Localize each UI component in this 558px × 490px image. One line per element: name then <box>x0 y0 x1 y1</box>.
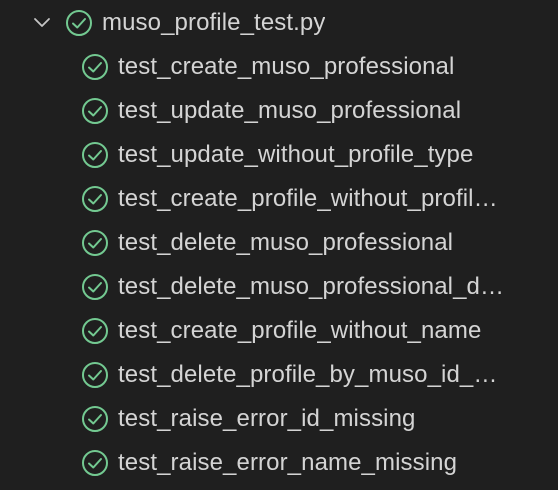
test-name: test_update_without_profile_type <box>118 141 474 168</box>
test-item-row[interactable]: test_raise_error_name_missing <box>0 441 558 485</box>
test-name: test_raise_error_name_missing <box>118 449 458 476</box>
test-name: test_raise_error_id_missing <box>118 405 416 432</box>
test-name: test_create_profile_without_profil… <box>118 185 498 212</box>
test-file-name: muso_profile_test.py <box>102 9 326 36</box>
test-name: test_delete_muso_professional_d… <box>118 273 505 300</box>
test-explorer-tree: muso_profile_test.py test_create_muso_pr… <box>0 0 558 490</box>
test-item-row[interactable]: test_delete_muso_professional <box>0 221 558 265</box>
test-name: test_delete_muso_professional <box>118 229 454 256</box>
pass-check-icon <box>80 360 110 390</box>
test-file-row[interactable]: muso_profile_test.py <box>0 1 558 45</box>
pass-check-icon <box>64 8 94 38</box>
test-item-row[interactable]: test_delete_profile_by_muso_id_… <box>0 353 558 397</box>
test-item-row[interactable]: test_raise_error_id_missing <box>0 397 558 441</box>
test-name: test_create_profile_without_name <box>118 317 482 344</box>
test-item-row[interactable]: test_delete_muso_professional_d… <box>0 265 558 309</box>
test-name: test_update_muso_professional <box>118 97 462 124</box>
test-item-row[interactable]: test_create_profile_without_profil… <box>0 177 558 221</box>
pass-check-icon <box>80 228 110 258</box>
pass-check-icon <box>80 448 110 478</box>
test-name: test_delete_profile_by_muso_id_… <box>118 361 498 388</box>
pass-check-icon <box>80 140 110 170</box>
test-item-row[interactable]: test_create_muso_professional <box>0 45 558 89</box>
pass-check-icon <box>80 52 110 82</box>
test-name: test_create_muso_professional <box>118 53 455 80</box>
pass-check-icon <box>80 404 110 434</box>
pass-check-icon <box>80 184 110 214</box>
test-item-row[interactable]: test_update_without_profile_type <box>0 133 558 177</box>
chevron-down-icon[interactable] <box>30 11 54 35</box>
pass-check-icon <box>80 272 110 302</box>
pass-check-icon <box>80 316 110 346</box>
pass-check-icon <box>80 96 110 126</box>
test-item-row[interactable]: test_create_profile_without_name <box>0 309 558 353</box>
test-item-row[interactable]: test_update_muso_professional <box>0 89 558 133</box>
